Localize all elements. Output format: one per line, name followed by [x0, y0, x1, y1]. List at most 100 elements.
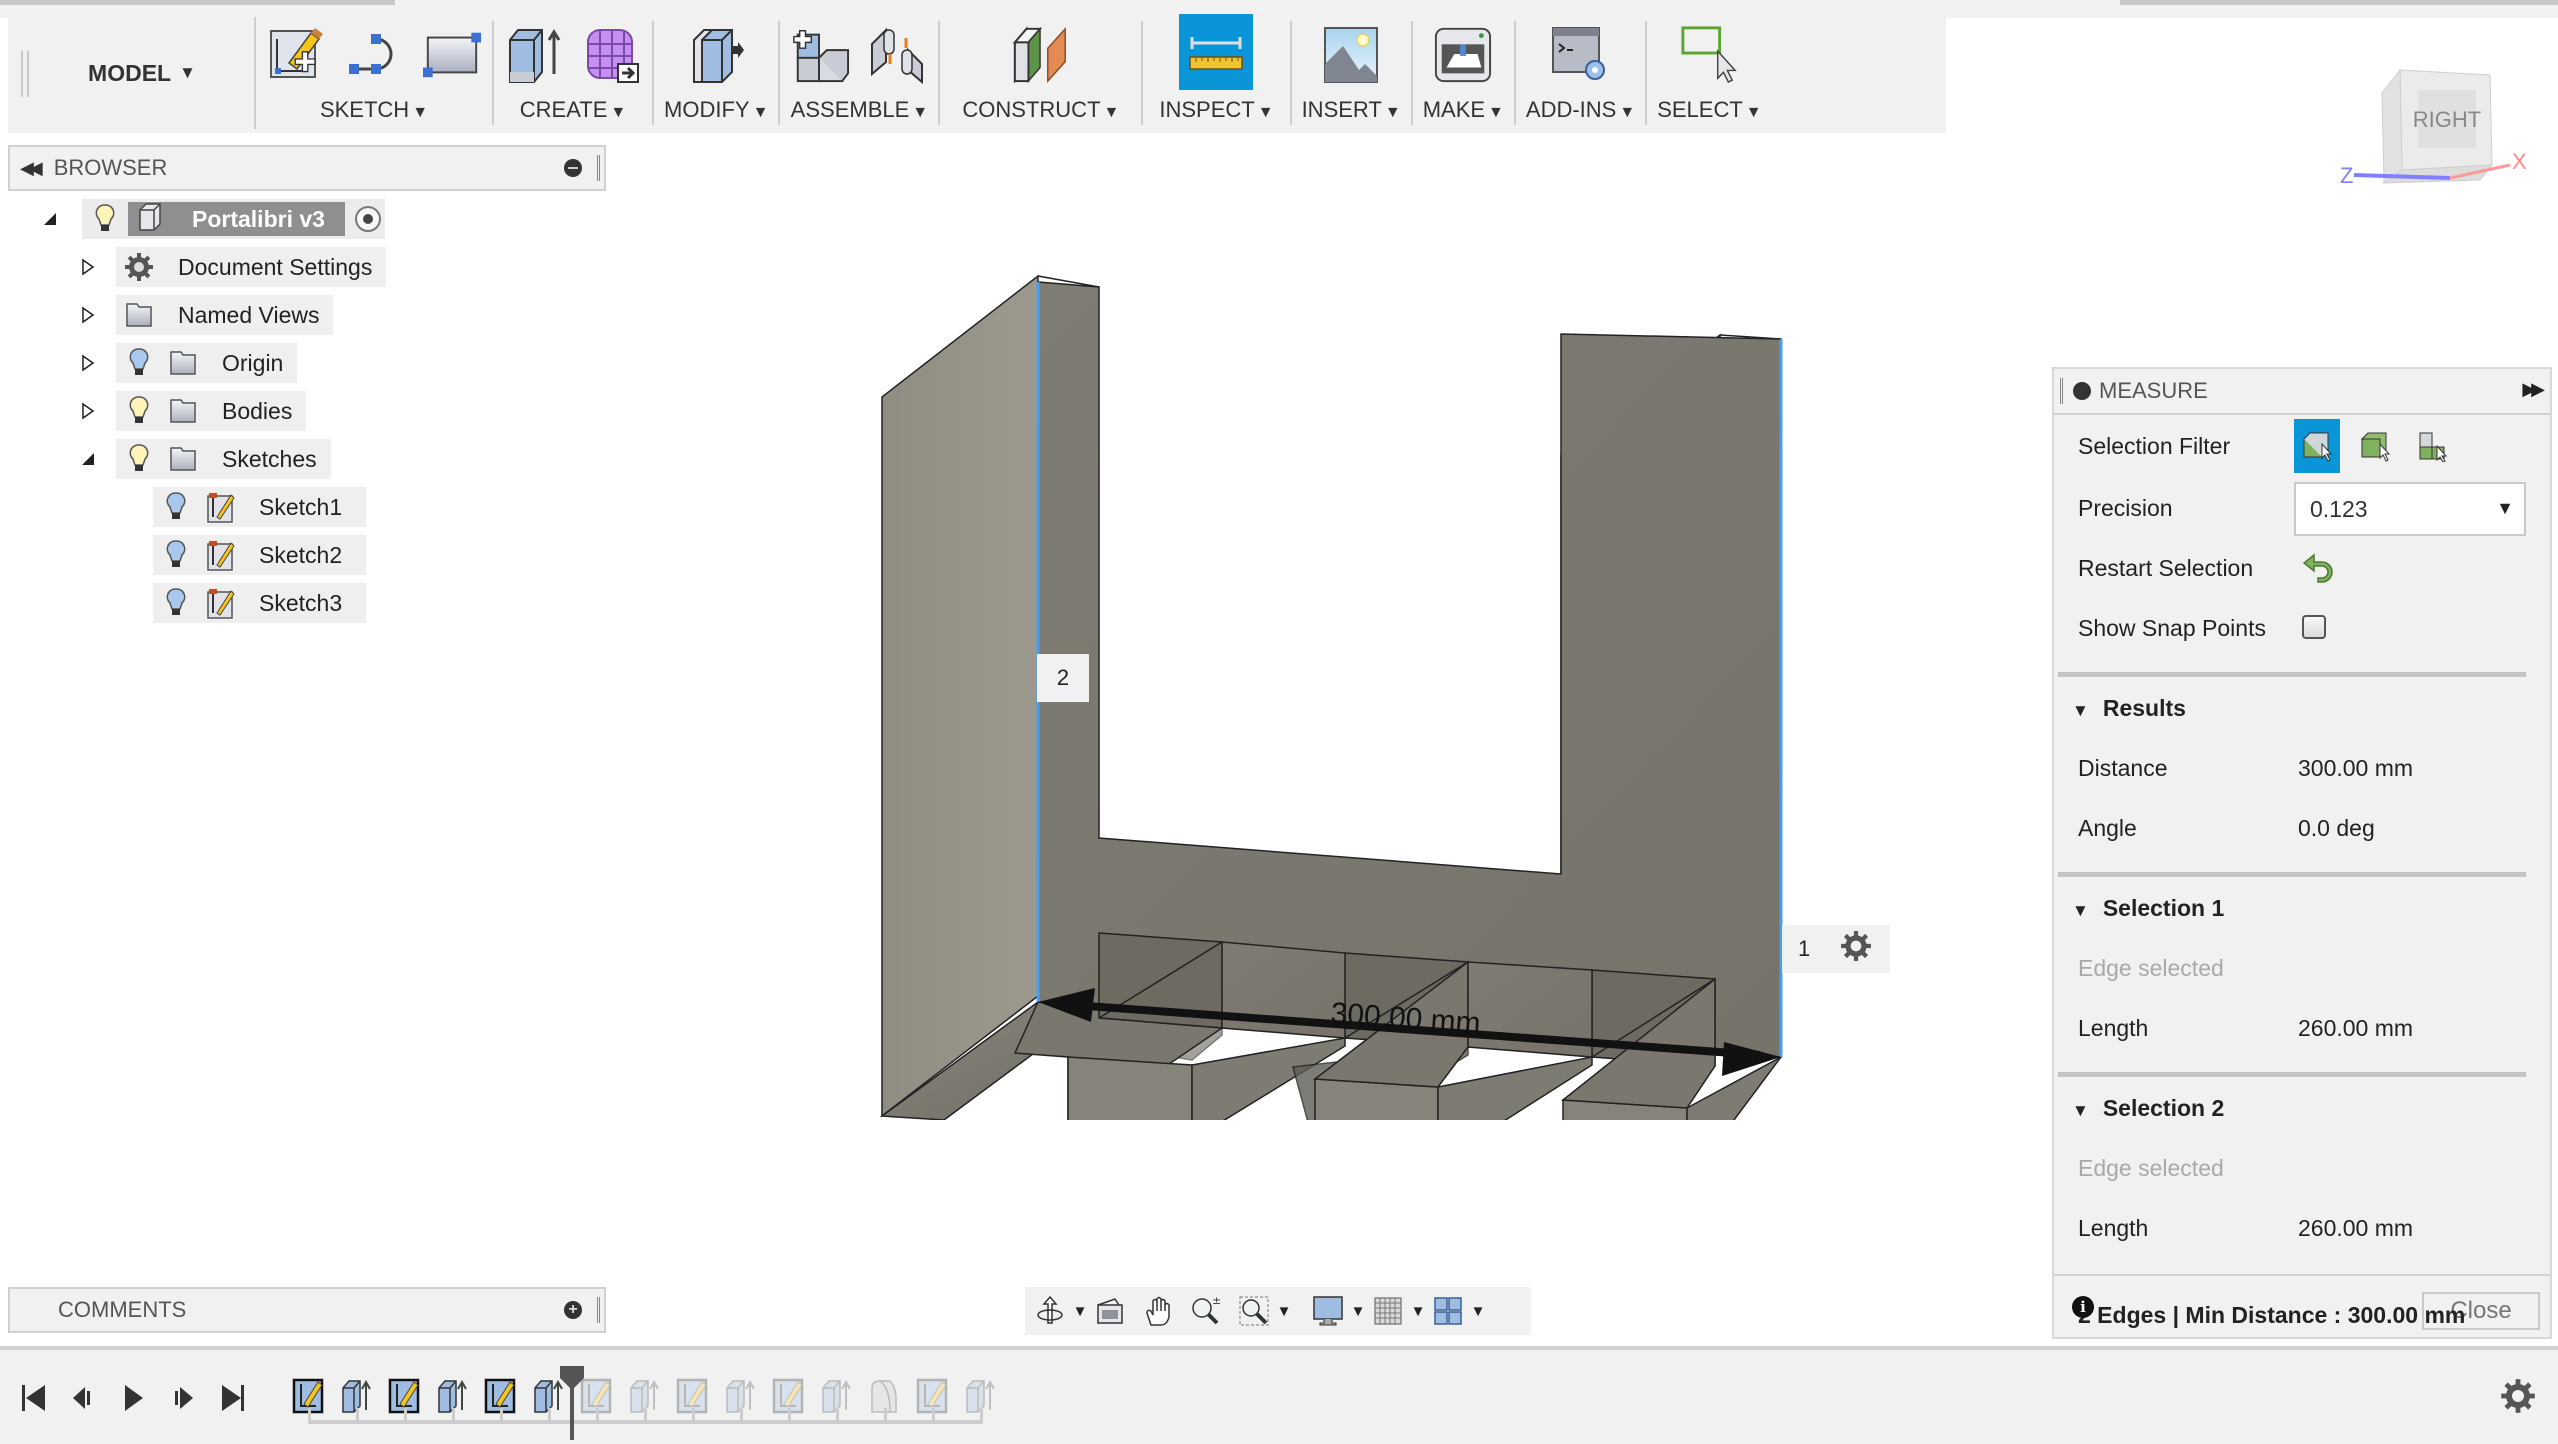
selection2-section-header[interactable]: ▼ Selection 2	[2072, 1095, 2224, 1122]
lightbulb-blue-icon[interactable]	[161, 491, 191, 523]
collapse-toggle-icon[interactable]	[78, 449, 98, 469]
lightbulb-blue-icon[interactable]	[124, 347, 154, 379]
add-comment-icon[interactable]: +	[564, 1301, 582, 1319]
insert-image-icon[interactable]	[1321, 24, 1381, 84]
restart-selection-icon[interactable]	[2302, 551, 2336, 588]
panel-resize-grip[interactable]	[2060, 378, 2063, 404]
toolbar-group-addins[interactable]: ADD-INS ▼	[1516, 21, 1648, 125]
expand-toggle-icon[interactable]	[78, 353, 98, 373]
scripts-addins-icon[interactable]	[1551, 24, 1611, 84]
play-icon[interactable]	[116, 1380, 150, 1416]
measure-icon[interactable]	[1179, 14, 1254, 90]
toolbar-grip[interactable]	[8, 13, 30, 133]
browser-title: BROWSER	[53, 155, 168, 180]
toolbar-group-make[interactable]: MAKE ▼	[1413, 21, 1516, 125]
go-to-end-icon[interactable]	[216, 1380, 250, 1416]
collapse-panel-icon[interactable]: ◀◀	[20, 158, 43, 179]
press-pull-icon[interactable]	[686, 24, 746, 84]
select-icon[interactable]	[1679, 24, 1739, 84]
filter-component-button[interactable]	[2410, 419, 2456, 473]
toolbar-group-insert[interactable]: INSERT ▼	[1292, 21, 1413, 125]
new-component-icon[interactable]	[790, 24, 850, 84]
toolbar-group-modify[interactable]: MODIFY ▼	[654, 21, 781, 125]
expand-toggle-icon[interactable]	[78, 401, 98, 421]
origin-node[interactable]: Origin	[116, 343, 298, 383]
lightbulb-blue-icon[interactable]	[161, 587, 191, 619]
precision-value: 0.123	[2310, 495, 2368, 522]
step-forward-icon[interactable]	[166, 1380, 200, 1416]
toolbar-group-create[interactable]: CREATE ▼	[494, 21, 654, 125]
viewports-dropdown-caret[interactable]: ▼	[1469, 1303, 1487, 1320]
rectangle-icon[interactable]	[422, 24, 482, 84]
viewports-icon[interactable]	[1431, 1293, 1465, 1329]
panel-resize-grip[interactable]	[597, 1297, 600, 1323]
arc-icon[interactable]	[344, 24, 404, 84]
grid-snaps-icon[interactable]	[1371, 1293, 1405, 1329]
3d-print-icon[interactable]	[1433, 24, 1493, 84]
panel-pin-icon[interactable]	[564, 159, 582, 177]
tree-root: Portalibri v3	[40, 199, 385, 239]
toolbar-group-label: INSPECT ▼	[1159, 97, 1274, 122]
expand-toggle-icon[interactable]	[40, 209, 60, 229]
orbit-icon[interactable]	[1033, 1293, 1067, 1329]
selection1-section-header[interactable]: ▼ Selection 1	[2072, 895, 2224, 922]
precision-select[interactable]: 0.123 ▼	[2294, 482, 2526, 536]
show-snap-points-checkbox[interactable]	[2302, 615, 2326, 639]
lightbulb-yellow-icon[interactable]	[124, 443, 154, 475]
go-to-start-icon[interactable]	[16, 1380, 50, 1416]
timeline-tick	[932, 1408, 935, 1422]
joint-icon[interactable]	[868, 24, 928, 84]
info-icon[interactable]: i	[2072, 1296, 2094, 1318]
extrude-icon[interactable]	[504, 24, 564, 84]
results-section-header[interactable]: ▼ Results	[2072, 695, 2186, 722]
zoom-window-icon[interactable]	[1237, 1293, 1271, 1329]
named-views-node[interactable]: Named Views	[116, 295, 334, 335]
document-settings-node[interactable]: Document Settings	[116, 247, 387, 287]
expand-toggle-icon[interactable]	[78, 257, 98, 277]
viewport-model[interactable]: 300.00 mm	[860, 260, 1800, 1186]
filter-body-button[interactable]	[2352, 419, 2398, 473]
toolbar-group-inspect[interactable]: INSPECT ▼	[1143, 14, 1292, 125]
grid-dropdown-caret[interactable]: ▼	[1409, 1303, 1427, 1320]
filter-face-edge-button[interactable]	[2294, 419, 2340, 473]
expand-toggle-icon[interactable]	[78, 305, 98, 325]
viewcube[interactable]: RIGHT Z X	[2340, 55, 2540, 195]
activate-radio-icon[interactable]	[354, 206, 381, 232]
root-component[interactable]: Portalibri v3	[82, 199, 385, 239]
lightbulb-blue-icon[interactable]	[161, 539, 191, 571]
pan-icon[interactable]	[1141, 1293, 1175, 1329]
expand-panel-icon[interactable]: ▶▶	[2522, 379, 2545, 400]
step-back-icon[interactable]	[66, 1380, 100, 1416]
zoom-icon[interactable]: ±	[1189, 1293, 1223, 1329]
timeline-tick	[500, 1408, 503, 1422]
timeline-settings-icon[interactable]	[2500, 1378, 2536, 1414]
display-settings-icon[interactable]	[1311, 1293, 1345, 1329]
timeline-tick	[596, 1408, 599, 1422]
toolbar-group-select[interactable]: SELECT ▼	[1647, 21, 1771, 125]
sketches-node[interactable]: Sketches	[116, 439, 331, 479]
selection2-status: Edge selected	[2078, 1155, 2224, 1181]
create-form-icon[interactable]	[582, 24, 642, 84]
toolbar-group-assemble[interactable]: ASSEMBLE ▼	[780, 21, 941, 125]
timeline-marker[interactable]	[560, 1366, 584, 1440]
bodies-node[interactable]: Bodies	[116, 391, 307, 431]
create-sketch-icon[interactable]	[266, 24, 326, 84]
panel-resize-grip[interactable]	[597, 155, 600, 181]
sketch-node[interactable]: Sketch1	[153, 487, 367, 527]
toolbar-group-sketch[interactable]: SKETCH ▼	[256, 21, 494, 125]
lightbulb-yellow-icon[interactable]	[90, 203, 120, 235]
axis-z-label: Z	[2340, 163, 2353, 188]
lightbulb-yellow-icon[interactable]	[124, 395, 154, 427]
timeline-tick	[452, 1408, 455, 1422]
offset-plane-icon[interactable]	[1011, 24, 1071, 84]
panel-pin-icon[interactable]	[2073, 382, 2091, 400]
workspace-switcher[interactable]: MODEL ▼	[30, 17, 256, 129]
zoom-dropdown-caret[interactable]: ▼	[1275, 1303, 1293, 1320]
display-dropdown-caret[interactable]: ▼	[1349, 1303, 1367, 1320]
gear-icon[interactable]	[1840, 930, 1872, 968]
toolbar-group-construct[interactable]: CONSTRUCT ▼	[940, 21, 1144, 125]
orbit-dropdown-caret[interactable]: ▼	[1071, 1303, 1089, 1320]
sketch-node[interactable]: Sketch3	[153, 583, 367, 623]
sketch-node[interactable]: Sketch2	[153, 535, 367, 575]
look-at-icon[interactable]	[1093, 1293, 1127, 1329]
